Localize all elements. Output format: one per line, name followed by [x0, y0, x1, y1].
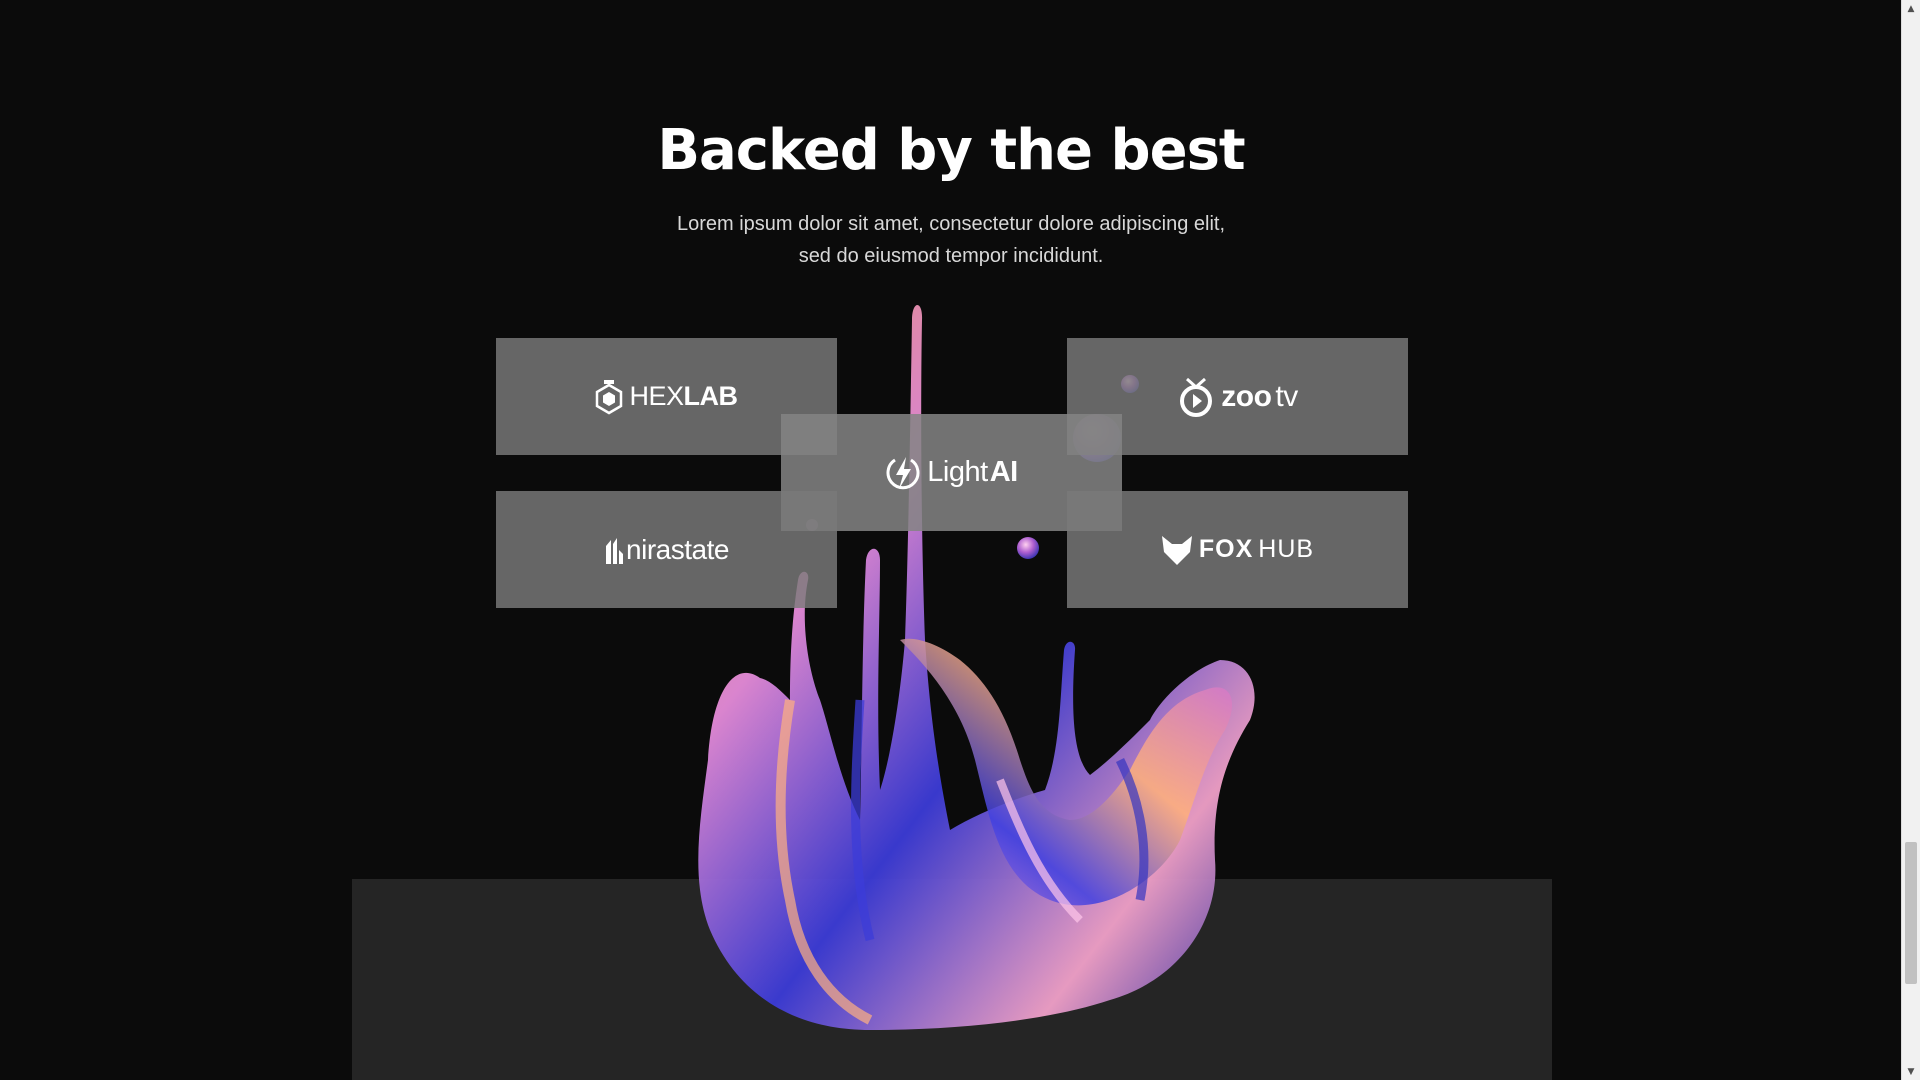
page: Backed by the best Lorem ipsum dolor sit… — [0, 0, 1902, 1080]
section-subtitle: Lorem ipsum dolor sit amet, consectetur … — [0, 208, 1902, 272]
buildings-icon — [606, 537, 624, 564]
nirastate-logo-text: nirastate — [626, 533, 729, 565]
scrollbar-thumb[interactable] — [1905, 842, 1917, 984]
zootv-logo-text-1: zoo — [1221, 379, 1272, 413]
partner-card-nirastate[interactable]: nirastate — [496, 491, 837, 608]
lightning-bolt-icon — [886, 456, 920, 489]
hexagon-flask-icon — [596, 379, 623, 414]
scroll-down-arrow-icon[interactable]: ▼ — [1902, 1063, 1920, 1080]
foxhub-logo-text-1: FOX — [1198, 535, 1254, 563]
lightai-logo-text-2: AI — [989, 456, 1019, 488]
hexlab-logo-text-2: LAB — [683, 381, 739, 411]
section-title: Backed by the best — [657, 118, 1245, 183]
hexlab-logo-text-1: HEX — [629, 381, 684, 411]
zootv-logo-text-2: tv — [1275, 379, 1298, 413]
zootv-logo: zoo tv — [1177, 377, 1298, 417]
foxhub-logo: FOX HUB — [1161, 534, 1314, 566]
partner-card-foxhub[interactable]: FOX HUB — [1067, 491, 1408, 608]
foxhub-logo-text-2: HUB — [1258, 535, 1315, 563]
nirastate-logo: nirastate — [604, 534, 729, 566]
fox-head-icon — [1161, 535, 1192, 565]
lightai-logo-text-1: Light — [927, 456, 988, 488]
subtitle-line-1: Lorem ipsum dolor sit amet, consectetur … — [676, 213, 1226, 235]
scroll-up-arrow-icon[interactable]: ▲ — [1902, 0, 1920, 17]
tv-play-icon — [1180, 377, 1213, 417]
vertical-scrollbar[interactable]: ▲ ▼ — [1901, 0, 1920, 1080]
hexlab-logo: HEX LAB — [595, 379, 739, 415]
subtitle-line-2: sed do eiusmod tempor incididunt. — [798, 245, 1104, 267]
lightai-logo: Light AI — [885, 454, 1019, 492]
bottom-panel — [352, 879, 1552, 1080]
